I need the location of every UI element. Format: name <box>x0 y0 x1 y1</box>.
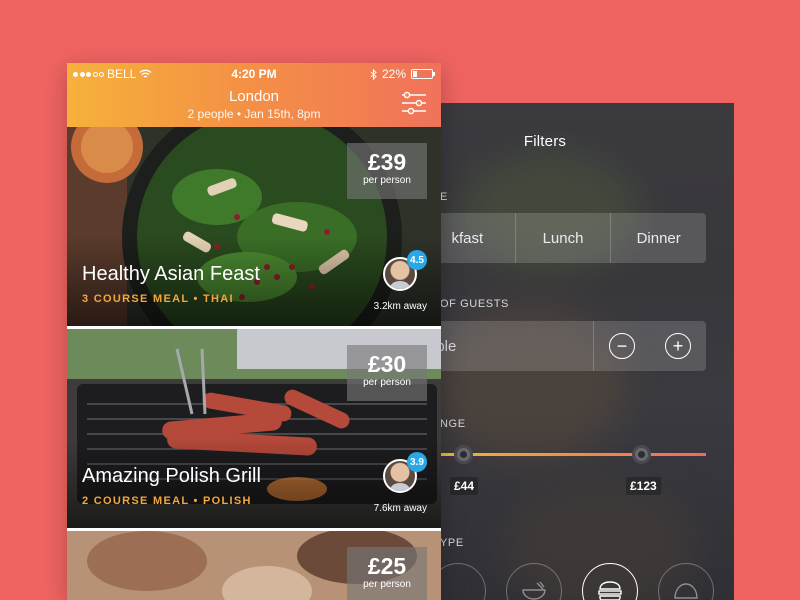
battery-icon <box>411 69 435 79</box>
price-tag: £39 per person <box>347 143 427 199</box>
price-unit: per person <box>363 377 411 388</box>
sliders-icon[interactable] <box>401 91 427 115</box>
guests-label: OF GUESTS <box>440 298 509 310</box>
price-unit: per person <box>363 175 411 186</box>
increase-guests-button[interactable]: + <box>665 333 691 359</box>
guests-stepper: ople − + <box>440 321 706 371</box>
price-min-value: £44 <box>450 477 479 495</box>
price-max-handle[interactable] <box>632 445 651 464</box>
burger-icon[interactable] <box>582 563 638 600</box>
price-tag: £25 per person <box>347 547 427 600</box>
meal-list-screen: BELL 4:20 PM 22% London 2 people • Jan 1… <box>67 63 441 600</box>
filters-title: Filters <box>523 133 567 150</box>
meal-card[interactable]: £30 per person Amazing Polish Grill 2 CO… <box>67 329 441 528</box>
cuisine-type-list <box>440 563 734 600</box>
meal-meta: 2 COURSE MEAL • POLISH <box>82 495 252 507</box>
location-title[interactable]: London <box>67 88 441 105</box>
header: BELL 4:20 PM 22% London 2 people • Jan 1… <box>67 63 441 127</box>
distance: 3.2km away <box>373 301 427 312</box>
cuisine-type-option[interactable] <box>440 563 486 600</box>
price-amount: £25 <box>367 553 407 579</box>
meal-title: Healthy Asian Feast <box>82 263 260 285</box>
battery-percent: 22% <box>381 67 406 81</box>
noodle-bowl-icon[interactable] <box>506 563 562 600</box>
rating-badge: 3.9 <box>407 452 427 472</box>
price-tag: £30 per person <box>347 345 427 401</box>
guests-value: ople <box>440 321 594 371</box>
price-range-slider[interactable] <box>440 445 706 464</box>
price-amount: £30 <box>367 351 407 377</box>
price-range-label: NGE <box>440 418 466 430</box>
segment-lunch[interactable]: Lunch <box>516 213 612 263</box>
price-min-handle[interactable] <box>454 445 473 464</box>
status-bar: BELL 4:20 PM 22% <box>67 67 441 81</box>
price-max-value: £123 <box>626 477 661 495</box>
filters-screen: Filters E kfast Lunch Dinner OF GUESTS o… <box>440 103 734 600</box>
bluetooth-icon <box>370 68 377 80</box>
meal-title: Amazing Polish Grill <box>82 465 261 487</box>
taco-icon[interactable] <box>658 563 714 600</box>
rating-badge: 4.5 <box>407 250 427 270</box>
meal-card[interactable]: £39 per person Healthy Asian Feast 3 COU… <box>67 127 441 326</box>
segment-dinner[interactable]: Dinner <box>611 213 706 263</box>
distance: 7.6km away <box>373 503 427 514</box>
decrease-guests-button[interactable]: − <box>609 333 635 359</box>
meal-time-label: E <box>440 191 448 203</box>
meal-meta: 3 COURSE MEAL • THAI <box>82 293 234 305</box>
price-amount: £39 <box>367 149 407 175</box>
segment-breakfast[interactable]: kfast <box>440 213 516 263</box>
price-unit: per person <box>363 579 411 590</box>
cuisine-type-label: YPE <box>440 537 464 549</box>
meal-time-segmented-control: kfast Lunch Dinner <box>440 213 706 263</box>
meal-card[interactable]: £25 per person <box>67 531 441 600</box>
booking-summary[interactable]: 2 people • Jan 15th, 8pm <box>67 107 441 121</box>
